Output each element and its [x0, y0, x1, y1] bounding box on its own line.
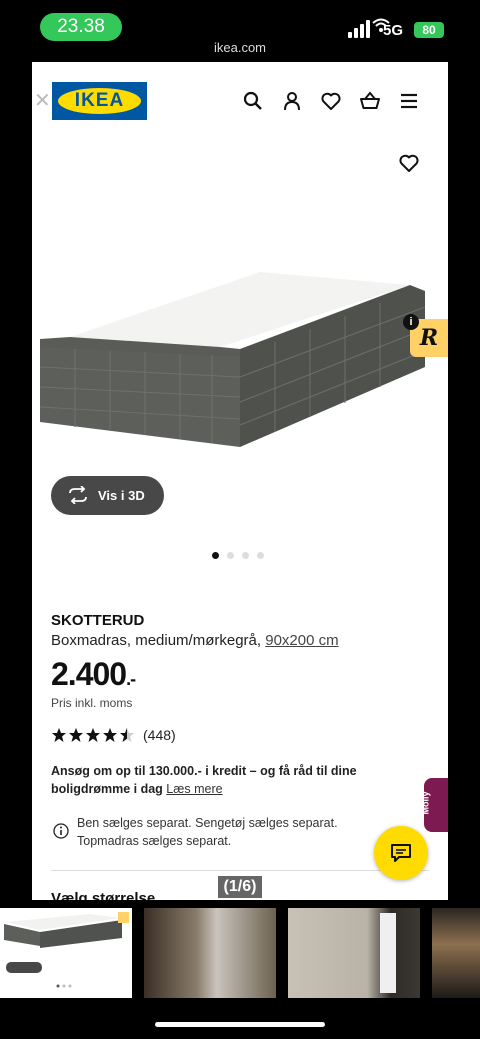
read-more-link[interactable]: Læs mere	[166, 782, 222, 796]
home-indicator[interactable]	[155, 1022, 325, 1027]
price-value: 2.400	[51, 656, 127, 692]
size-link[interactable]: 90x200 cm	[265, 632, 338, 649]
scrubber-left[interactable]	[166, 887, 218, 890]
thumbnail-3[interactable]	[288, 908, 420, 998]
thumbnail-1[interactable]	[0, 908, 132, 998]
account-icon[interactable]	[281, 90, 303, 112]
thumbnail-2[interactable]	[144, 908, 276, 998]
chat-button[interactable]	[374, 826, 428, 880]
divider	[51, 870, 429, 871]
info-icon[interactable]: i	[403, 314, 419, 330]
menu-icon[interactable]	[398, 90, 420, 112]
scrubber-right[interactable]	[262, 887, 314, 890]
close-icon[interactable]: ✕	[34, 88, 51, 113]
star-icon	[86, 728, 100, 742]
chat-icon	[391, 844, 411, 862]
favourite-heart-icon[interactable]	[398, 152, 420, 174]
view-in-3d-button[interactable]: Vis i 3D	[51, 476, 164, 515]
carousel-dot[interactable]	[227, 552, 234, 559]
url-bar[interactable]: ikea.com	[0, 40, 480, 55]
thumbnail-4[interactable]	[432, 908, 480, 998]
network-type: 5G	[383, 22, 404, 39]
ikea-logo[interactable]: IKEA	[52, 82, 147, 120]
logo-text: IKEA	[58, 88, 141, 114]
thumbnail-strip	[0, 908, 480, 998]
view-in-3d-label: Vis i 3D	[98, 488, 145, 503]
choose-size-heading[interactable]: Vælg størrelse	[51, 890, 155, 900]
star-icon	[52, 728, 66, 742]
label-tag	[380, 913, 396, 993]
rotate-3d-icon	[69, 486, 87, 504]
product-description: Boxmadras, medium/mørkegrå, 90x200 cm	[51, 632, 339, 649]
info-circle-icon	[53, 823, 69, 844]
photo-counter: (1/6)	[218, 876, 262, 898]
separate-sale-notice: Ben sælges separat. Sengetøj sælges sepa…	[77, 816, 338, 848]
search-icon[interactable]	[242, 90, 264, 112]
carousel-dot[interactable]	[257, 552, 264, 559]
carousel-dot[interactable]	[212, 552, 219, 559]
product-image[interactable]	[39, 267, 426, 452]
star-icon	[120, 728, 134, 742]
site-header: ✕ IKEA	[32, 62, 448, 138]
status-time: 23.38	[40, 13, 122, 41]
carousel-dot[interactable]	[242, 552, 249, 559]
product-page: ✕ IKEA R i Vis i 3D SKOTTERUD Boxmadras,…	[32, 62, 448, 900]
review-count[interactable]: (448)	[143, 727, 176, 743]
product-description-text: Boxmadras, medium/mørkegrå,	[51, 632, 262, 649]
price-note: Pris inkl. moms	[51, 696, 133, 710]
molly-label: Molly	[420, 791, 431, 815]
price: 2.400.-	[51, 656, 136, 693]
molly-tab[interactable]: Molly	[420, 778, 448, 832]
heart-icon[interactable]	[320, 90, 342, 112]
star-icon	[103, 728, 117, 742]
credit-offer: Ansøg om op til 130.000.- i kredit – og …	[51, 762, 381, 798]
battery-icon: 80	[414, 22, 444, 38]
cellular-signal-icon	[348, 18, 370, 38]
basket-icon[interactable]	[359, 90, 381, 112]
status-bar: 23.38 5G 80 ikea.com	[0, 0, 480, 62]
price-suffix: .-	[126, 669, 136, 689]
star-icon	[69, 728, 83, 742]
product-name: SKOTTERUD	[51, 612, 145, 629]
